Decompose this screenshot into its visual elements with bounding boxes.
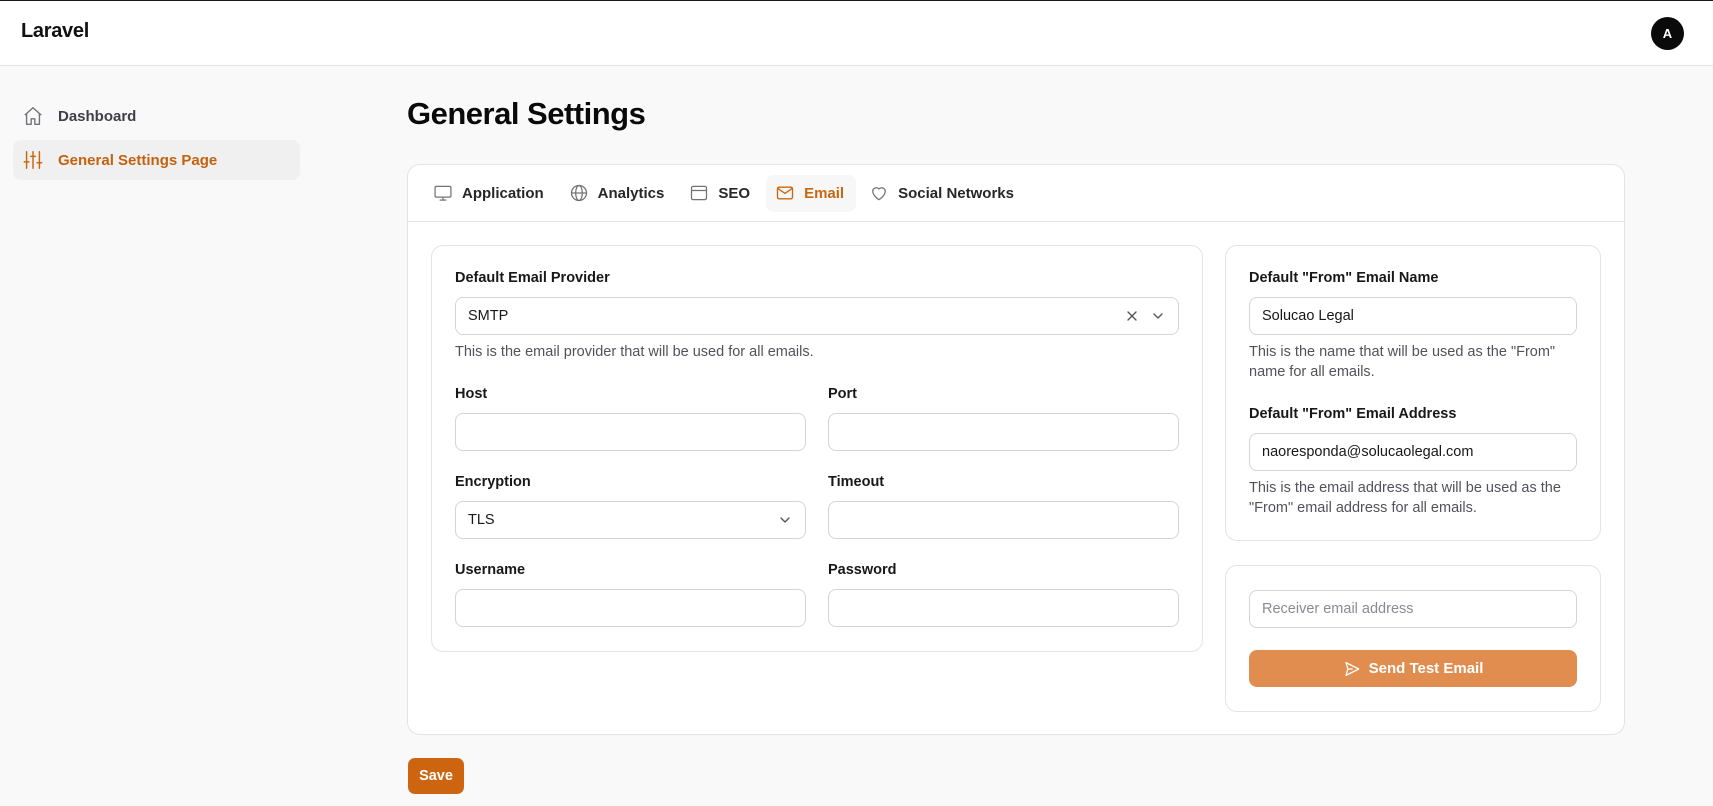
tab-seo[interactable]: SEO	[680, 175, 762, 212]
provider-select[interactable]: SMTP	[455, 297, 1179, 335]
host-input[interactable]	[455, 413, 806, 451]
sidebar: Dashboard General Settings Page	[13, 96, 300, 184]
password-input[interactable]	[828, 589, 1179, 627]
user-avatar[interactable]: A	[1651, 17, 1684, 50]
from-settings-card: Default "From" Email Name This is the na…	[1225, 245, 1601, 541]
top-navbar: Laravel A	[0, 0, 1713, 66]
host-label: Host	[455, 386, 488, 402]
globe-icon	[569, 183, 589, 203]
encryption-select[interactable]: TLS	[455, 501, 806, 539]
page-title: General Settings	[407, 96, 646, 131]
tab-label: SEO	[718, 184, 751, 202]
encryption-value: TLS	[468, 512, 495, 528]
test-email-card: Send Test Email	[1225, 565, 1601, 712]
smtp-settings-card: Default Email Provider SMTP This is the …	[431, 245, 1203, 652]
save-button[interactable]: Save	[408, 758, 464, 794]
tab-label: Analytics	[597, 184, 665, 202]
sidebar-item-general-settings[interactable]: General Settings Page	[13, 140, 300, 180]
tab-analytics[interactable]: Analytics	[560, 175, 677, 212]
tab-label: Email	[804, 184, 845, 202]
tab-social-networks[interactable]: Social Networks	[860, 175, 1026, 212]
heart-icon	[869, 183, 889, 203]
chevron-down-icon[interactable]	[1150, 308, 1166, 324]
tab-label: Application	[462, 184, 544, 202]
provider-help-text: This is the email provider that will be …	[455, 344, 814, 360]
provider-value: SMTP	[468, 308, 509, 324]
close-icon[interactable]	[1124, 308, 1140, 324]
settings-panel: Application Analytics SEO Email Social N…	[407, 164, 1625, 735]
sidebar-item-dashboard[interactable]: Dashboard	[13, 96, 300, 136]
send-test-email-button[interactable]: Send Test Email	[1249, 650, 1577, 687]
sidebar-item-label: General Settings Page	[58, 151, 218, 169]
password-label: Password	[828, 562, 897, 578]
from-name-label: Default "From" Email Name	[1249, 270, 1439, 286]
envelope-icon	[775, 183, 795, 203]
tab-label: Social Networks	[898, 184, 1014, 202]
sliders-icon	[22, 149, 44, 171]
port-label: Port	[828, 386, 857, 402]
encryption-label: Encryption	[455, 474, 531, 490]
chevron-down-icon	[777, 512, 793, 528]
from-name-help-text: This is the name that will be used as th…	[1249, 344, 1556, 380]
receiver-email-input[interactable]	[1249, 590, 1577, 628]
home-icon	[22, 105, 44, 127]
timeout-label: Timeout	[828, 474, 885, 490]
timeout-input[interactable]	[828, 501, 1179, 539]
sidebar-item-label: Dashboard	[58, 107, 137, 125]
port-input[interactable]	[828, 413, 1179, 451]
brand-logo[interactable]: Laravel	[21, 20, 89, 43]
from-address-help-text: This is the email address that will be u…	[1249, 480, 1561, 516]
username-label: Username	[455, 562, 526, 578]
from-address-label: Default "From" Email Address	[1249, 406, 1457, 422]
from-address-input[interactable]	[1249, 433, 1577, 471]
settings-tabs: Application Analytics SEO Email Social N…	[408, 165, 1624, 222]
window-icon	[689, 183, 709, 203]
monitor-icon	[433, 183, 453, 203]
send-icon	[1343, 660, 1361, 678]
send-test-email-label: Send Test Email	[1368, 660, 1484, 677]
from-name-input[interactable]	[1249, 297, 1577, 335]
username-input[interactable]	[455, 589, 806, 627]
tab-application[interactable]: Application	[424, 175, 556, 212]
provider-label: Default Email Provider	[455, 270, 610, 286]
tab-email[interactable]: Email	[766, 174, 857, 212]
